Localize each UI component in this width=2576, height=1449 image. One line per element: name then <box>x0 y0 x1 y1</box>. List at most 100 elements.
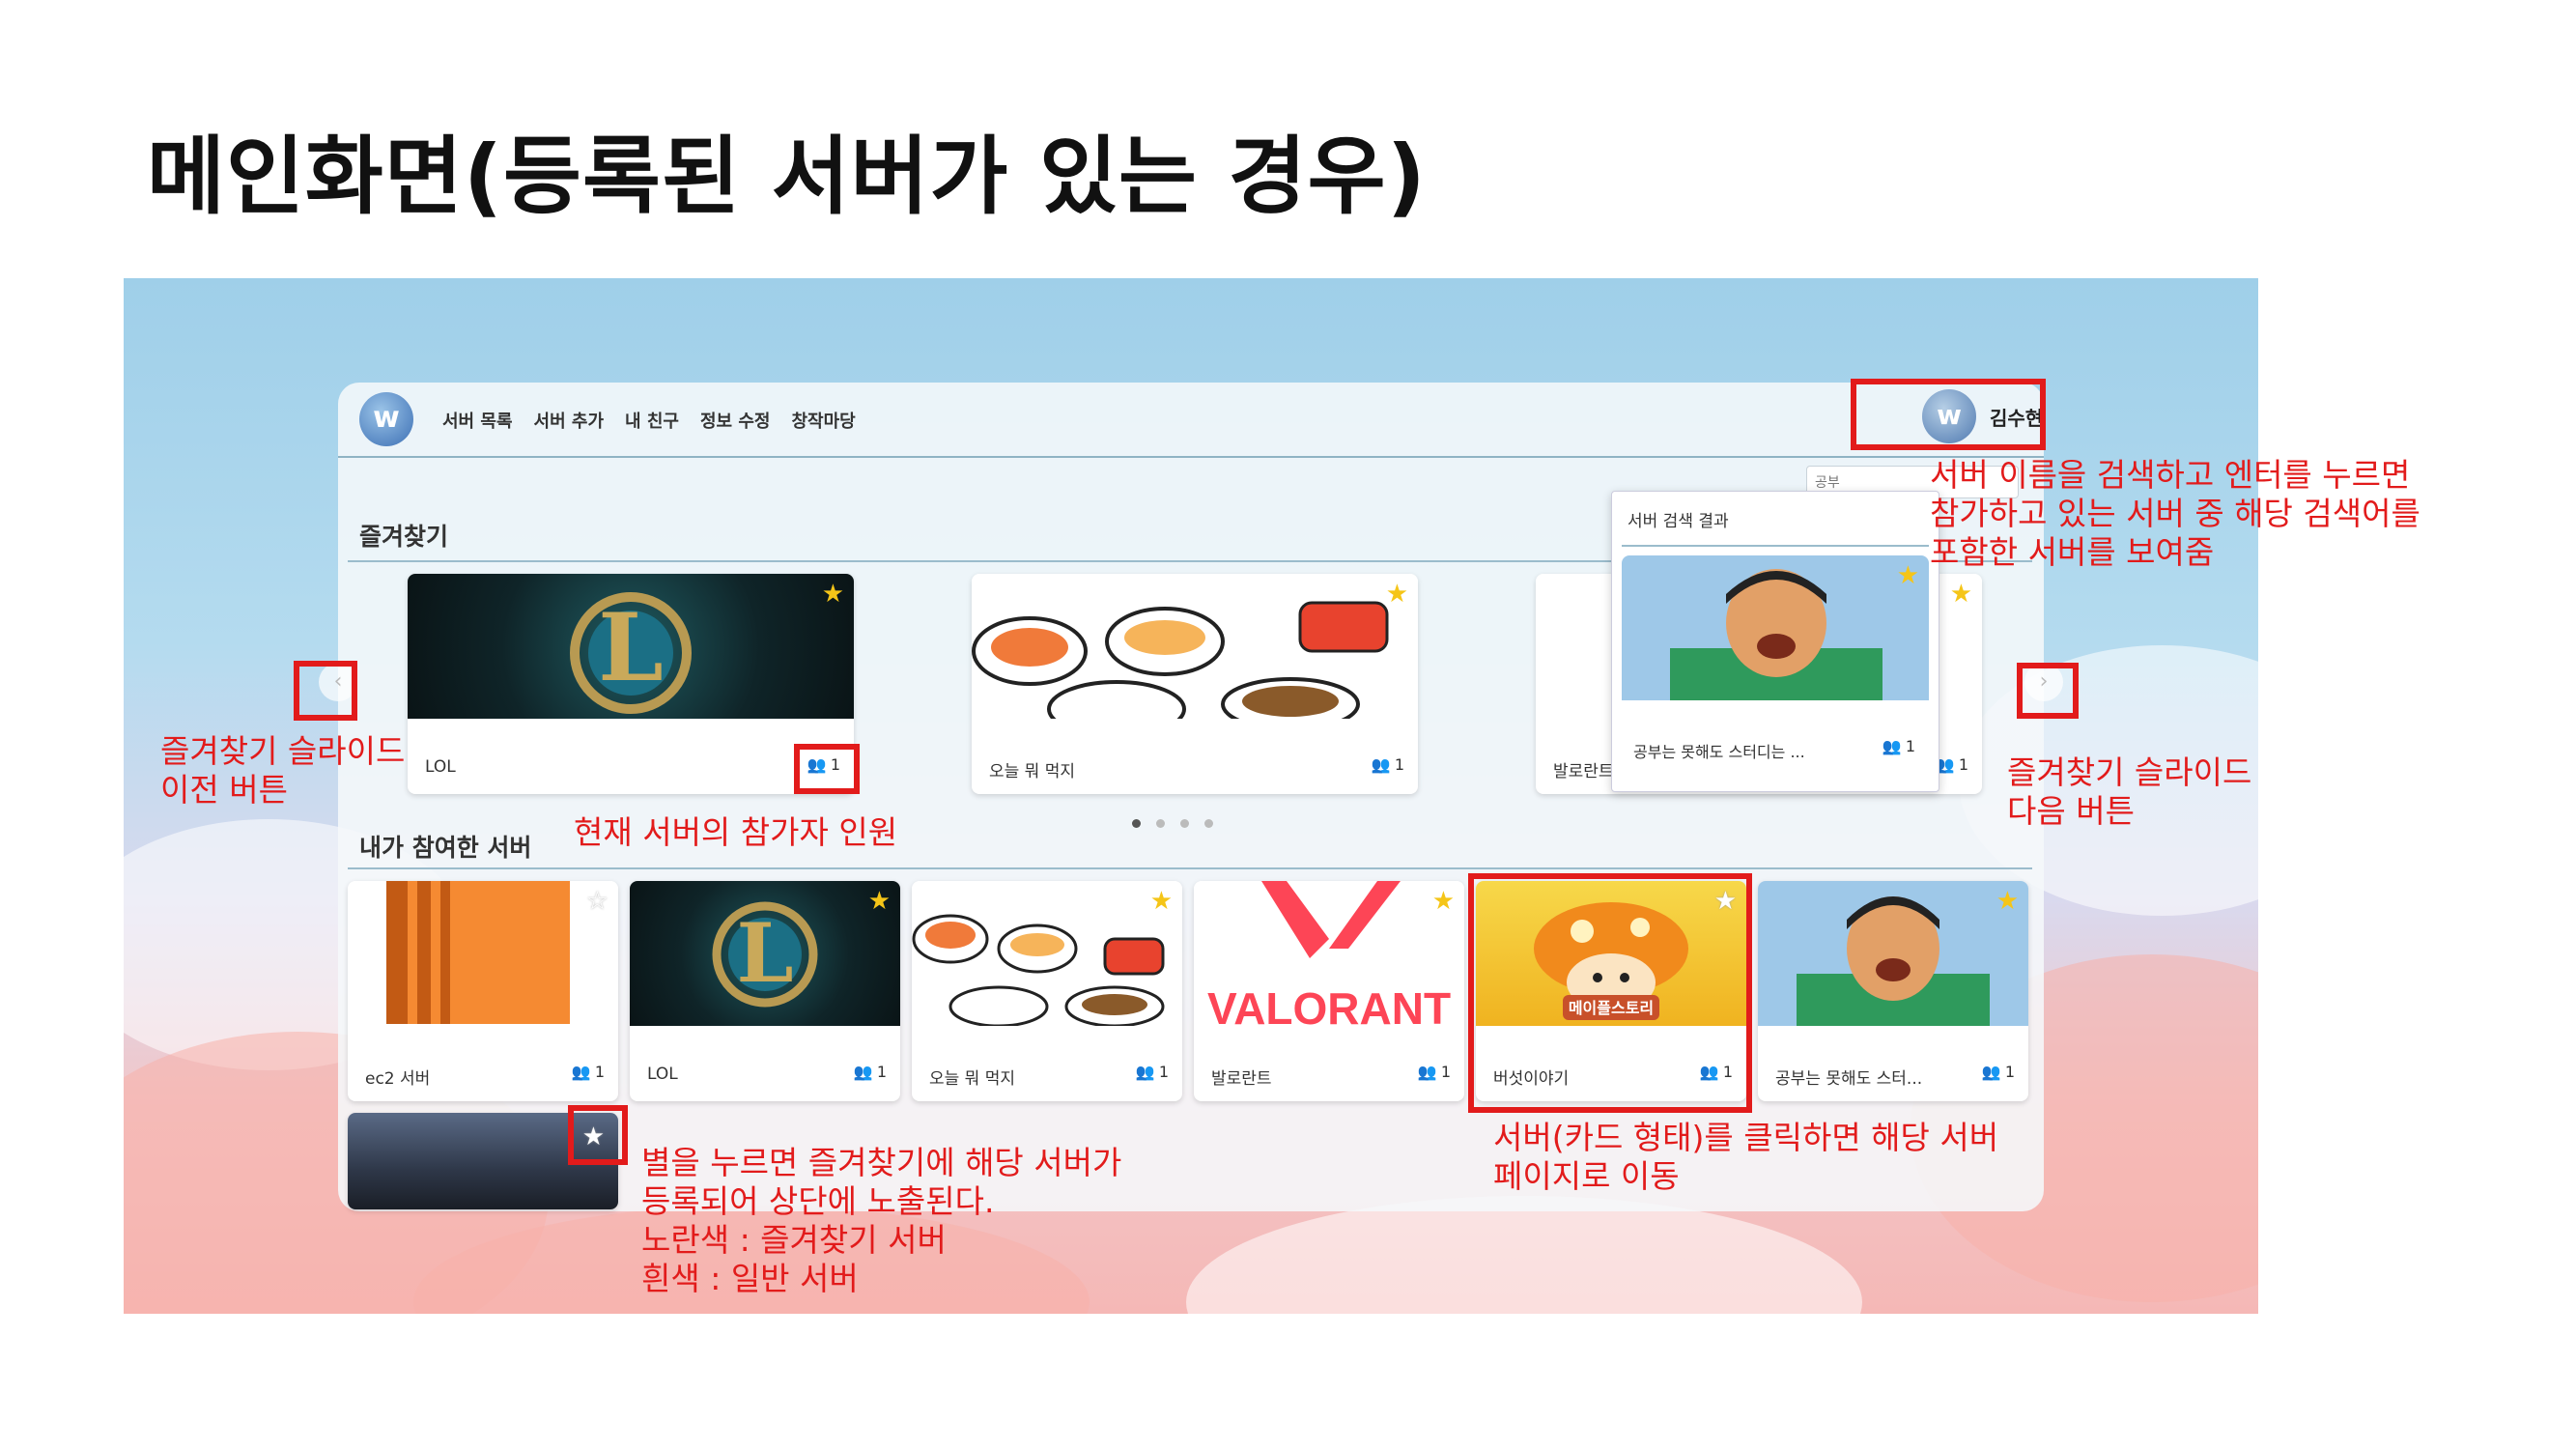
annotation-next-button: 즐겨찾기 슬라이드 다음 버튼 <box>2007 753 2252 830</box>
favorite-star-icon[interactable]: ★ <box>868 889 891 914</box>
card-thumbnail <box>1622 555 1929 700</box>
section-divider <box>348 867 2032 869</box>
search-result-card[interactable]: ★ 공부는 못해도 스터디는 ... 👥 1 <box>1622 555 1929 778</box>
carousel-dot[interactable] <box>1132 819 1141 828</box>
member-count-value: 1 <box>2004 1063 2015 1081</box>
lol-logo-icon: L <box>712 901 818 1008</box>
nav-item-edit-info[interactable]: 정보 수정 <box>700 408 771 433</box>
highlight-user-profile <box>1851 379 2046 450</box>
favorite-star-icon[interactable]: ★ <box>1432 889 1455 914</box>
favorite-star-icon[interactable]: ★ <box>1950 582 1972 607</box>
valorant-logo-icon: VALORANT <box>1207 881 1451 1026</box>
card-name: 발로란트 <box>1553 762 1614 781</box>
member-count: 👥 1 <box>1882 737 1915 755</box>
users-icon: 👥 <box>1371 755 1391 774</box>
favorite-card-food[interactable]: ★ 오늘 뭐 먹지 👥 1 <box>972 574 1418 794</box>
logo[interactable]: w <box>359 392 413 446</box>
nav-item-workshop[interactable]: 창작마당 <box>792 408 856 433</box>
nav-item-my-friends[interactable]: 내 친구 <box>625 408 679 433</box>
ec2-logo-icon <box>386 881 570 1024</box>
card-name: LOL <box>647 1065 678 1084</box>
favorite-star-icon[interactable]: ★ <box>1386 582 1408 607</box>
server-card-food[interactable]: ★ 오늘 뭐 먹지 👥 1 <box>912 881 1182 1101</box>
users-icon: 👥 <box>1135 1063 1155 1081</box>
member-count: 👥 1 <box>1136 1063 1169 1081</box>
favorite-star-icon[interactable]: ★ <box>1996 889 2019 914</box>
card-thumbnail <box>1758 881 2028 1026</box>
favorite-star-icon[interactable]: ☆ <box>586 889 609 914</box>
favorites-title: 즐겨찾기 <box>359 523 449 551</box>
users-icon: 👥 <box>1981 1063 2001 1081</box>
lol-logo-icon: L <box>570 592 692 714</box>
member-count: 👥 1 <box>1418 1063 1451 1081</box>
highlight-next-button <box>2017 663 2079 719</box>
card-thumbnail <box>912 881 1182 1026</box>
search-result-popup: 서버 검색 결과 ★ 공부는 못해도 스터디는 ... 👥 1 <box>1611 491 1939 792</box>
card-name: 공부는 못해도 스터디는 ... <box>1633 743 1805 761</box>
student-illustration-icon <box>1797 896 1990 1026</box>
annotation-star: 별을 누르면 즐겨찾기에 해당 서버가 등록되어 상단에 노출된다. 노란색 :… <box>641 1144 1122 1297</box>
top-nav: w 서버 목록 서버 추가 내 친구 정보 수정 창작마당 w 김수현 <box>338 383 2044 458</box>
users-icon: 👥 <box>853 1063 873 1081</box>
card-name: 공부는 못해도 스터... <box>1775 1069 1923 1089</box>
server-card-lol[interactable]: L ★ LOL 👥 1 <box>630 881 900 1101</box>
nav-item-add-server[interactable]: 서버 추가 <box>534 408 605 433</box>
card-name: LOL <box>425 757 456 777</box>
card-thumbnail <box>348 881 618 1026</box>
section-divider <box>1622 545 1929 547</box>
card-name: 오늘 뭐 먹지 <box>989 762 1076 781</box>
highlight-prev-button <box>294 661 357 721</box>
member-count: 👥 1 <box>1936 755 1968 774</box>
card-name: ec2 서버 <box>365 1069 431 1089</box>
card-thumbnail: L <box>630 881 900 1026</box>
member-count-value: 1 <box>876 1063 887 1081</box>
card-name: 발로란트 <box>1211 1069 1272 1089</box>
member-count-value: 1 <box>594 1063 605 1081</box>
svg-text:L: L <box>598 593 664 702</box>
server-card-ec2[interactable]: ☆ ec2 서버 👥 1 <box>348 881 618 1101</box>
member-count: 👥 1 <box>1982 1063 2015 1081</box>
member-count-value: 1 <box>1905 737 1915 755</box>
food-illustration-icon <box>912 914 1165 1026</box>
member-count-value: 1 <box>1958 755 1968 774</box>
food-illustration-icon <box>972 601 1389 719</box>
nav-item-server-list[interactable]: 서버 목록 <box>442 408 513 433</box>
highlight-star-button <box>568 1105 628 1165</box>
annotation-prev-button: 즐겨찾기 슬라이드 이전 버튼 <box>160 732 406 809</box>
valorant-wordmark: VALORANT <box>1207 983 1451 1026</box>
search-result-title: 서버 검색 결과 <box>1628 512 1729 531</box>
member-count-value: 1 <box>1440 1063 1451 1081</box>
card-thumbnail: L <box>408 574 854 719</box>
server-card-study[interactable]: ★ 공부는 못해도 스터... 👥 1 <box>1758 881 2028 1101</box>
highlight-member-count <box>794 744 860 794</box>
carousel-dot[interactable] <box>1156 819 1165 828</box>
users-icon: 👥 <box>571 1063 591 1081</box>
users-icon: 👥 <box>1417 1063 1437 1081</box>
highlight-server-card <box>1468 873 1752 1113</box>
nav-menu: 서버 목록 서버 추가 내 친구 정보 수정 창작마당 <box>442 408 856 433</box>
slide-title: 메인화면(등록된 서버가 있는 경우) <box>147 127 1427 226</box>
card-thumbnail: VALORANT <box>1194 881 1464 1026</box>
annotation-server-card: 서버(카드 형태)를 클릭하면 해당 서버 페이지로 이동 <box>1493 1119 1999 1195</box>
favorite-star-icon[interactable]: ★ <box>1150 889 1173 914</box>
svg-text:L: L <box>736 905 793 1001</box>
card-name: 오늘 뭐 먹지 <box>929 1069 1016 1089</box>
card-thumbnail <box>972 574 1418 719</box>
member-count: 👥 1 <box>572 1063 605 1081</box>
joined-servers-title: 내가 참여한 서버 <box>359 834 532 862</box>
carousel-dots <box>1132 819 1213 828</box>
member-count: 👥 1 <box>854 1063 887 1081</box>
favorite-star-icon[interactable]: ★ <box>1897 563 1919 588</box>
carousel-dot[interactable] <box>1204 819 1213 828</box>
member-count-value: 1 <box>1394 755 1404 774</box>
carousel-dot[interactable] <box>1180 819 1189 828</box>
member-count-value: 1 <box>1158 1063 1169 1081</box>
student-illustration-icon <box>1670 569 1882 700</box>
server-card-valorant[interactable]: VALORANT ★ 발로란트 👥 1 <box>1194 881 1464 1101</box>
users-icon: 👥 <box>1882 737 1902 755</box>
favorite-card-lol[interactable]: L ★ LOL 👥 1 <box>408 574 854 794</box>
favorite-star-icon[interactable]: ★ <box>822 582 844 607</box>
cloud-decoration <box>1186 1196 1862 1314</box>
annotation-member-count: 현재 서버의 참가자 인원 <box>574 813 898 851</box>
annotation-search: 서버 이름을 검색하고 엔터를 누르면 참가하고 있는 서버 중 해당 검색어를… <box>1930 456 2420 571</box>
